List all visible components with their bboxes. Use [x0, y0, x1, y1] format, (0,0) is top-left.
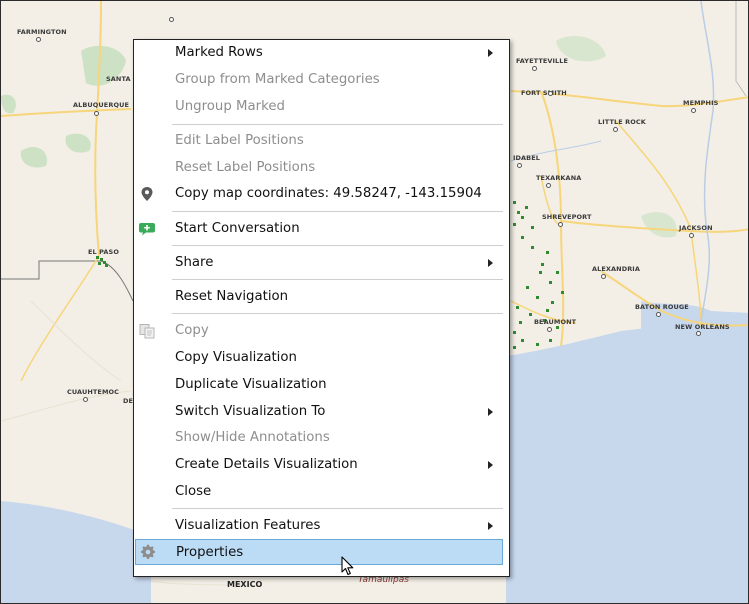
city-marker	[83, 397, 88, 402]
city-marker	[94, 111, 99, 116]
submenu-arrow-icon	[488, 259, 493, 267]
menu-item-group-from-marked-categories: Group from Marked Categories	[134, 67, 509, 93]
menu-item-marked-rows[interactable]: Marked Rows	[134, 40, 509, 66]
menu-item-label: Show/Hide Annotations	[175, 430, 330, 445]
menu-item-close[interactable]: Close	[134, 479, 509, 505]
city-label-jackson: JACKSON	[679, 224, 713, 232]
mouse-pointer-icon	[341, 556, 354, 576]
submenu-arrow-icon	[488, 408, 493, 416]
add-conversation-icon	[139, 223, 155, 236]
submenu-arrow-icon	[488, 461, 493, 469]
menu-item-label: Edit Label Positions	[175, 133, 304, 148]
menu-separator	[172, 245, 503, 246]
city-label-cuauhtemoc: CUAUHTEMOC	[67, 388, 120, 396]
menu-item-label: Switch Visualization To	[175, 404, 326, 419]
menu-separator	[172, 279, 503, 280]
menu-separator	[172, 313, 503, 314]
menu-item-reset-label-positions: Reset Label Positions	[134, 155, 509, 181]
city-label-new-orleans: NEW ORLEANS	[675, 323, 730, 331]
city-label-fort-smith: FORT SMITH	[521, 89, 567, 97]
city-label-fayetteville: FAYETTEVILLE	[516, 57, 569, 65]
menu-item-label: Reset Label Positions	[175, 160, 316, 175]
city-marker	[691, 108, 696, 113]
menu-item-label: Create Details Visualization	[175, 457, 358, 472]
context-menu: Marked Rows Group from Marked Categories…	[133, 39, 510, 577]
map-pin-icon	[141, 187, 153, 201]
city-label-little-rock: LITTLE ROCK	[598, 118, 646, 126]
city-label-texarkana: TEXARKANA	[536, 174, 582, 182]
menu-item-label: Marked Rows	[175, 45, 263, 60]
menu-item-label: Group from Marked Categories	[175, 72, 380, 87]
menu-item-visualization-features[interactable]: Visualization Features	[134, 513, 509, 539]
city-marker	[601, 274, 606, 279]
country-label-mexico: MEXICO	[227, 580, 263, 589]
menu-separator	[172, 508, 503, 509]
submenu-arrow-icon	[488, 49, 493, 57]
city-marker	[169, 17, 174, 22]
city-label-baton-rouge: BATON ROUGE	[635, 303, 689, 311]
city-label-albuquerque: ALBUQUERQUE	[73, 101, 129, 109]
menu-item-label: Copy	[175, 323, 209, 338]
city-marker	[656, 312, 661, 317]
menu-item-show-hide-annotations: Show/Hide Annotations	[134, 425, 509, 451]
menu-item-label: Copy map coordinates: 49.58247, -143.159…	[175, 186, 482, 201]
city-label-shreveport: SHREVEPORT	[542, 213, 592, 221]
menu-item-copy-visualization[interactable]: Copy Visualization	[134, 345, 509, 371]
city-marker	[696, 331, 701, 336]
menu-item-label: Reset Navigation	[175, 289, 289, 304]
menu-item-label: Ungroup Marked	[175, 99, 285, 114]
menu-item-reset-navigation[interactable]: Reset Navigation	[134, 284, 509, 310]
menu-separator	[172, 211, 503, 212]
city-marker	[36, 37, 41, 42]
menu-item-edit-label-positions: Edit Label Positions	[134, 128, 509, 154]
menu-item-start-conversation[interactable]: Start Conversation	[134, 216, 509, 242]
city-marker	[517, 163, 522, 168]
city-marker	[558, 222, 563, 227]
menu-item-label: Duplicate Visualization	[175, 377, 327, 392]
gear-icon	[141, 544, 155, 559]
menu-item-properties[interactable]: Properties	[135, 539, 503, 565]
menu-item-ungroup-marked: Ungroup Marked	[134, 94, 509, 120]
city-marker	[548, 91, 553, 96]
city-label-memphis: MEMPHIS	[683, 99, 719, 107]
city-label-farmington: FARMINGTON	[17, 28, 67, 36]
city-marker	[613, 127, 618, 132]
menu-separator	[172, 124, 503, 125]
city-marker	[689, 233, 694, 238]
menu-item-duplicate-visualization[interactable]: Duplicate Visualization	[134, 372, 509, 398]
menu-item-share[interactable]: Share	[134, 250, 509, 276]
menu-item-label: Properties	[176, 545, 244, 560]
menu-item-copy-map-coordinates[interactable]: Copy map coordinates: 49.58247, -143.159…	[134, 181, 509, 207]
city-label-idabel: IDABEL	[513, 154, 540, 162]
menu-item-label: Start Conversation	[175, 221, 300, 236]
city-marker	[546, 183, 551, 188]
menu-item-label: Share	[175, 255, 214, 270]
city-label-alexandria: ALEXANDRIA	[592, 265, 640, 273]
city-label-beaumont: BEAUMONT	[534, 318, 577, 326]
menu-item-label: Close	[175, 484, 212, 499]
city-marker	[547, 327, 552, 332]
menu-item-switch-visualization-to[interactable]: Switch Visualization To	[134, 399, 509, 425]
city-marker	[532, 66, 537, 71]
menu-item-label: Visualization Features	[175, 518, 321, 533]
city-label-el-paso: EL PASO	[88, 248, 119, 256]
submenu-arrow-icon	[488, 522, 493, 530]
menu-item-label: Copy Visualization	[175, 350, 297, 365]
map-visualization-frame: FARMINGTON SANTA FE ALBUQUERQUE EL PASO …	[0, 0, 749, 604]
copy-icon	[139, 324, 155, 339]
menu-item-copy: Copy	[134, 318, 509, 344]
menu-item-create-details-visualization[interactable]: Create Details Visualization	[134, 452, 509, 478]
